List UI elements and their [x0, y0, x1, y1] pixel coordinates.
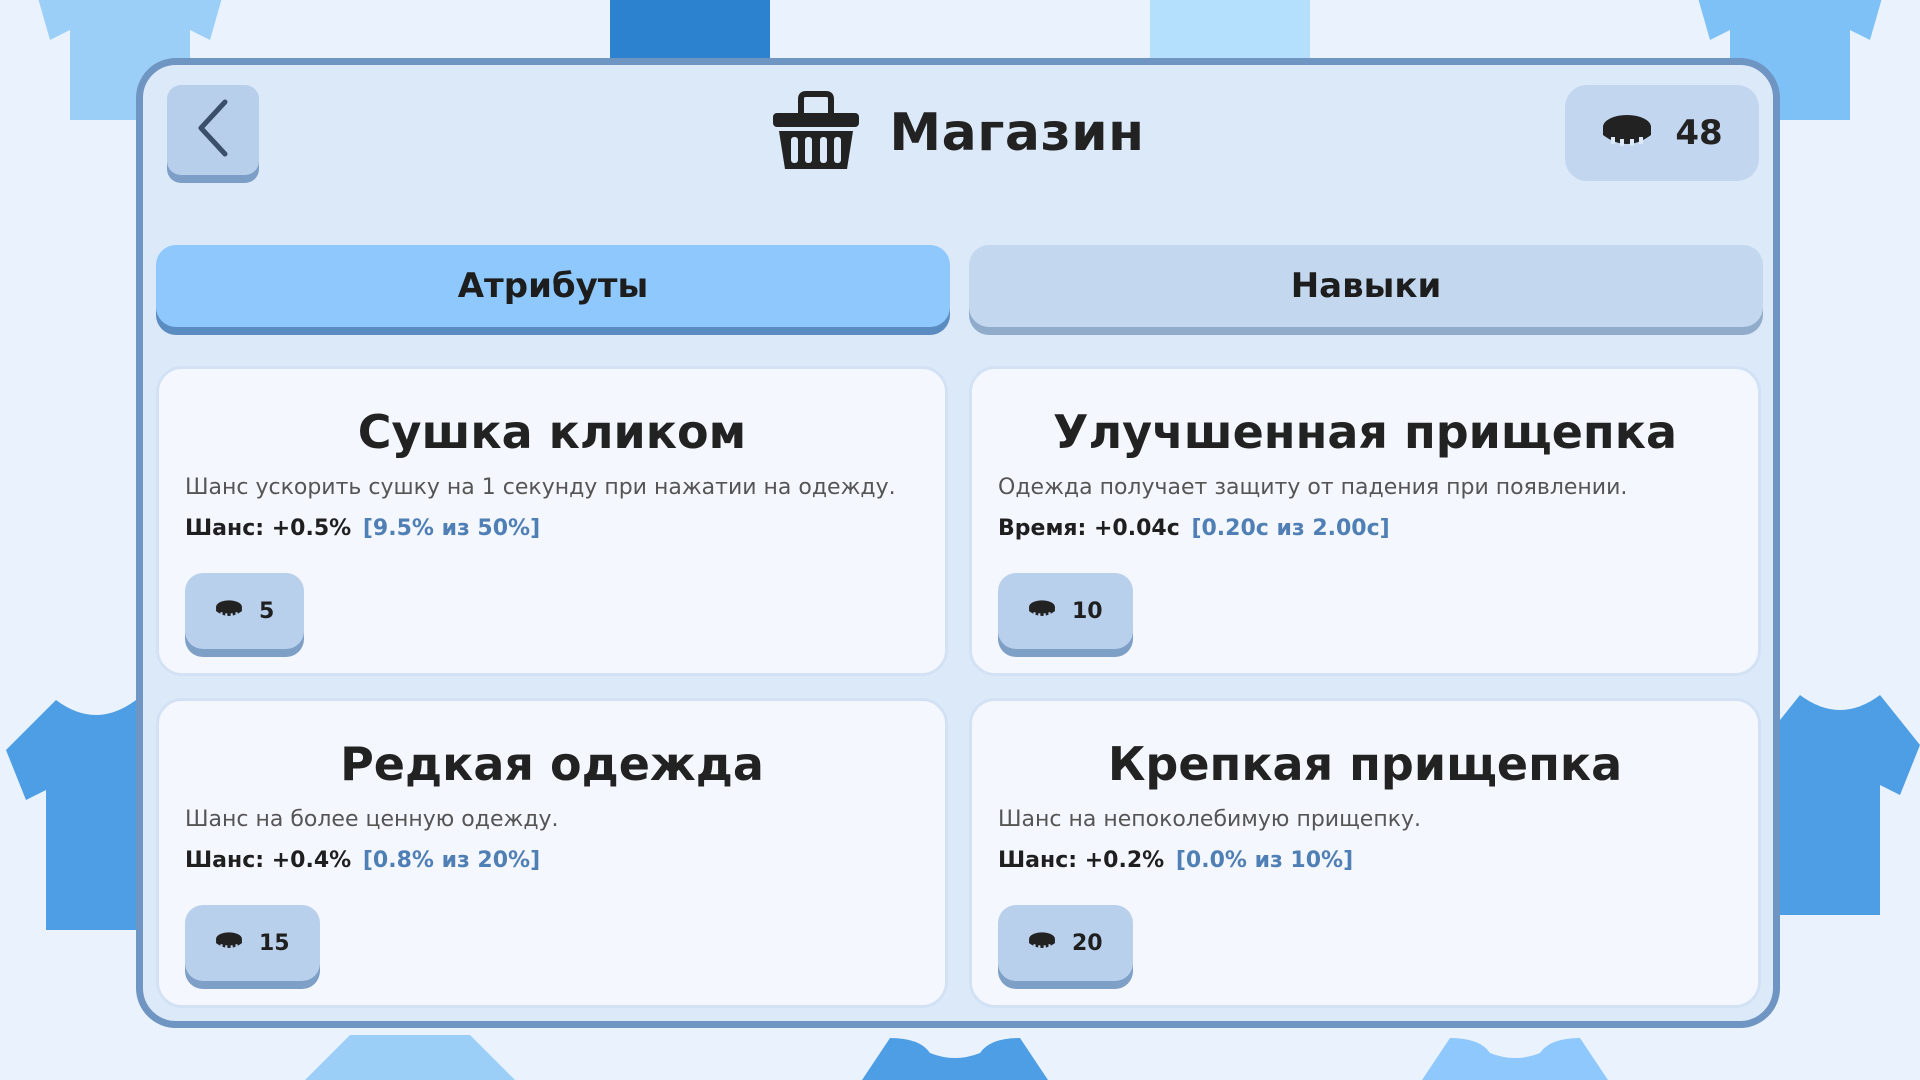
background-shirt-icon	[1120, 0, 1340, 60]
background-shirt-icon	[1410, 1038, 1620, 1080]
buy-button[interactable]: 20	[998, 905, 1133, 981]
buy-button[interactable]: 10	[998, 573, 1133, 649]
card-title: Сушка кликом	[357, 405, 747, 459]
coin-icon	[1028, 931, 1056, 955]
stat-progress: [9.5% из 50%]	[362, 516, 541, 541]
card-title: Улучшенная прищепка	[1053, 405, 1677, 459]
price-label: 20	[1072, 930, 1103, 956]
background-shirt-icon	[850, 1038, 1060, 1080]
coin-icon	[215, 931, 243, 955]
stat-progress: [0.0% из 10%]	[1175, 848, 1354, 873]
coin-balance: 48	[1565, 85, 1759, 181]
coin-count: 48	[1675, 113, 1723, 153]
stat-progress: [0.8% из 20%]	[362, 848, 541, 873]
card-description: Шанс на более ценную одежду.	[185, 807, 559, 832]
stat-label: Время: +0.04с	[998, 516, 1180, 541]
price-label: 15	[259, 930, 290, 956]
page-header: Магазин	[143, 83, 1773, 183]
upgrade-card-rare-clothes: Редкая одежда Шанс на более ценную одежд…	[156, 698, 948, 1008]
basket-icon	[771, 91, 861, 175]
card-title: Редкая одежда	[340, 737, 764, 791]
tab-attributes[interactable]: Атрибуты	[156, 245, 950, 327]
price-label: 5	[259, 598, 275, 624]
background-shirt-icon	[580, 0, 800, 60]
coin-icon	[1601, 113, 1653, 153]
stat-label: Шанс: +0.2%	[998, 848, 1165, 873]
card-title: Крепкая прищепка	[1107, 737, 1623, 791]
card-stat: Время: +0.04с [0.20с из 2.00с]	[998, 516, 1390, 541]
price-label: 10	[1072, 598, 1103, 624]
coin-icon	[215, 599, 243, 623]
background-shirt-icon	[1760, 695, 1920, 925]
card-stat: Шанс: +0.2% [0.0% из 10%]	[998, 848, 1353, 873]
background-shirt-icon	[290, 1035, 530, 1080]
buy-button[interactable]: 5	[185, 573, 305, 649]
card-description: Шанс на непоколебимую прищепку.	[998, 807, 1422, 832]
shop-panel: Магазин 48 Атрибуты Навыки Сушка кликом …	[136, 58, 1780, 1028]
card-stat: Шанс: +0.5% [9.5% из 50%]	[185, 516, 540, 541]
buy-button[interactable]: 15	[185, 905, 320, 981]
tab-skills[interactable]: Навыки	[969, 245, 1763, 327]
upgrade-card-improved-clothespin: Улучшенная прищепка Одежда получает защи…	[969, 366, 1761, 676]
stat-label: Шанс: +0.5%	[185, 516, 352, 541]
coin-icon	[1028, 599, 1056, 623]
page-title: Магазин	[889, 103, 1145, 163]
card-description: Одежда получает защиту от падения при по…	[998, 475, 1628, 500]
card-stat: Шанс: +0.4% [0.8% из 20%]	[185, 848, 540, 873]
upgrade-card-strong-clothespin: Крепкая прищепка Шанс на непоколебимую п…	[969, 698, 1761, 1008]
stat-label: Шанс: +0.4%	[185, 848, 352, 873]
card-description: Шанс ускорить сушку на 1 секунду при наж…	[185, 475, 896, 500]
stat-progress: [0.20с из 2.00с]	[1191, 516, 1390, 541]
upgrade-card-click-drying: Сушка кликом Шанс ускорить сушку на 1 се…	[156, 366, 948, 676]
